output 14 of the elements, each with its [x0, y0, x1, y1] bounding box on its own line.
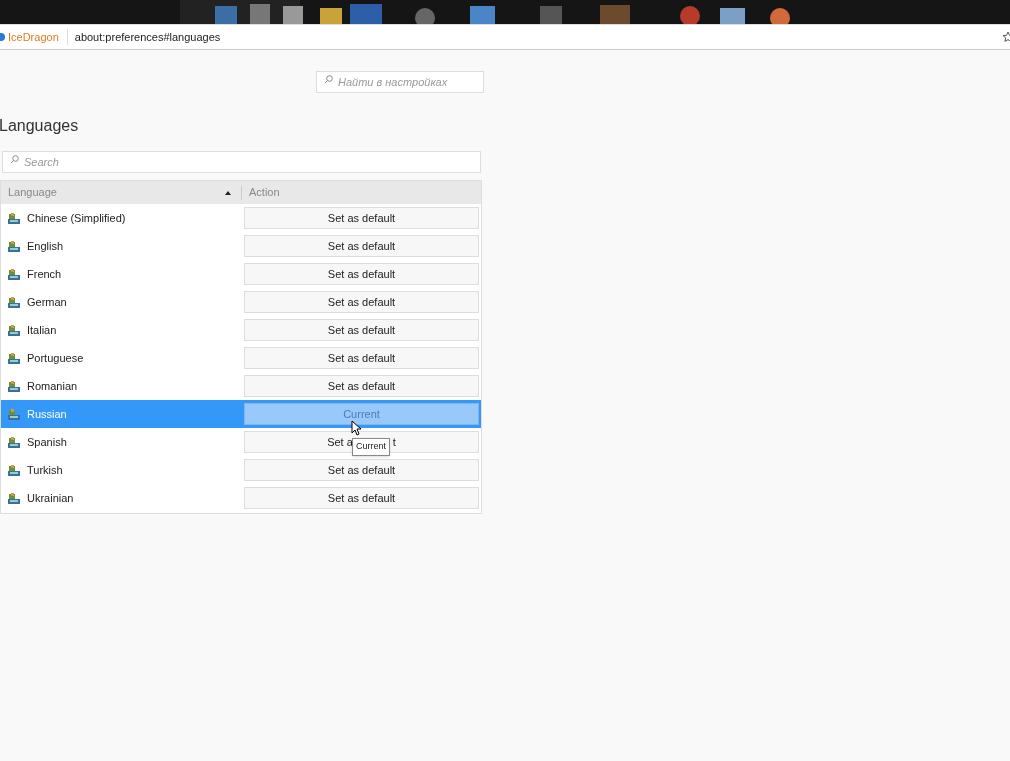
language-name: Chinese (Simplified)	[27, 210, 126, 226]
language-name: Italian	[27, 322, 57, 338]
language-name: Ukrainian	[27, 490, 74, 506]
language-name: Turkish	[27, 462, 63, 478]
language-name: Spanish	[27, 434, 67, 450]
tooltip: Current	[352, 438, 390, 456]
language-name: German	[27, 294, 67, 310]
language-name: Romanian	[27, 378, 78, 394]
language-name: English	[27, 238, 64, 254]
language-name: French	[27, 266, 62, 282]
language-name: Portuguese	[27, 350, 84, 366]
page-heading: Languages	[0, 116, 80, 136]
language-name: Russian	[27, 406, 67, 422]
browser-name: IceDragon	[8, 28, 68, 46]
